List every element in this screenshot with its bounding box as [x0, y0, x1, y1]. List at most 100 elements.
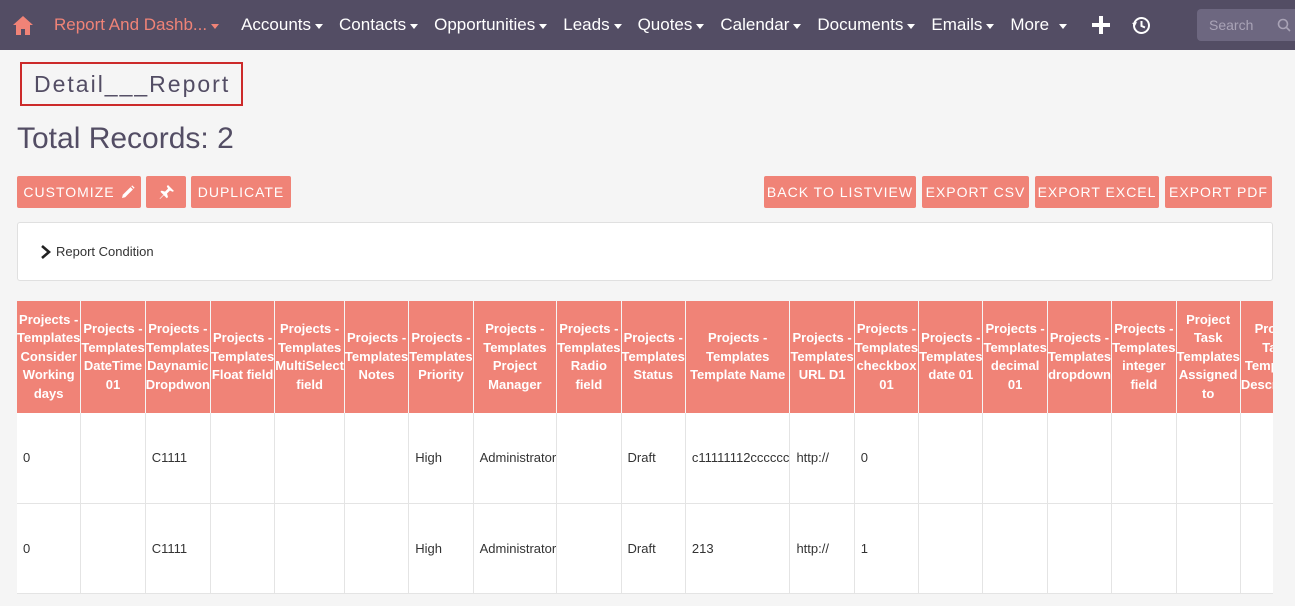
column-header[interactable]: Projects - Templates DateTime 01	[80, 301, 146, 413]
table-row: 0 C1111 High Administrator Draft c11111112ccc…	[17, 413, 1273, 504]
table-cell	[918, 413, 984, 504]
column-header-line: Projects -	[19, 311, 79, 327]
column-header[interactable]: Projects - Templates URL D1	[789, 301, 855, 413]
nav-quotes[interactable]: Quotes	[630, 0, 713, 50]
column-header-line: Templates	[790, 348, 854, 364]
nav-contacts-label: Contacts	[339, 15, 407, 34]
export-excel-button[interactable]: EXPORT EXCEL	[1035, 176, 1159, 208]
nav-accounts[interactable]: Accounts	[233, 0, 331, 50]
history-icon[interactable]	[1121, 0, 1161, 50]
table-cell	[556, 503, 622, 594]
column-header-line: Projects -	[856, 321, 917, 336]
column-header-line: field	[296, 376, 323, 392]
search-icon[interactable]	[1277, 18, 1291, 32]
customize-button[interactable]: CUSTOMIZE	[17, 176, 141, 208]
column-header[interactable]: Project Task Templates Description	[1240, 301, 1273, 413]
column-header[interactable]: Projects - Templates decimal 01	[982, 301, 1048, 413]
column-header-line: Project	[1254, 321, 1273, 336]
table-cell	[1176, 503, 1241, 594]
chevron-right-icon[interactable]	[40, 244, 52, 259]
table-cell	[1111, 413, 1177, 504]
nav-more[interactable]: More	[1002, 0, 1075, 50]
report-condition-panel[interactable]: Report Condition	[17, 222, 1273, 281]
column-header-line: Project	[1186, 311, 1231, 327]
column-header-line: integer	[1122, 358, 1166, 373]
back-to-listview-button[interactable]: BACK TO LISTVIEW	[764, 176, 916, 208]
column-header-line: Templates	[1244, 358, 1273, 373]
table-cell: 1	[854, 503, 920, 594]
column-header-line: Templates	[17, 330, 81, 346]
column-header[interactable]: Projects - Templates Float field	[210, 301, 276, 413]
nav-report-dashboard[interactable]: Report And Dashb...	[46, 0, 233, 50]
column-header[interactable]: Projects - Templates Notes	[344, 301, 410, 413]
column-header-line: Status	[633, 367, 674, 383]
pin-button[interactable]	[146, 176, 186, 208]
nav-opportunities-label: Opportunities	[434, 15, 536, 34]
column-header-line: Project	[492, 358, 537, 373]
search-box[interactable]	[1197, 9, 1295, 41]
chevron-down-icon	[907, 23, 916, 29]
column-header-line: Templates	[344, 348, 409, 364]
table-cell: Draft	[621, 413, 686, 504]
home-icon[interactable]	[0, 0, 46, 50]
table-cell: 0	[17, 413, 82, 504]
table-cell: 0	[854, 413, 920, 504]
column-header[interactable]: Projects - Templates Radio field	[556, 301, 622, 413]
column-header-line: MultiSelect	[275, 358, 344, 373]
column-header-line: Task	[1262, 339, 1273, 355]
column-header[interactable]: Projects - Templates Project Manager	[473, 301, 558, 413]
column-header[interactable]: Projects - Templates integer field	[1111, 301, 1177, 413]
column-header-line: Projects -	[1114, 321, 1174, 336]
column-header-line: field	[1130, 376, 1158, 392]
table-cell: Draft	[621, 503, 686, 594]
duplicate-button-label: DUPLICATE	[197, 184, 285, 200]
nav-leads[interactable]: Leads	[555, 0, 629, 50]
nav-emails[interactable]: Emails	[923, 0, 1002, 50]
column-header[interactable]: Projects - Templates dropdown	[1047, 301, 1113, 413]
column-header[interactable]: Projects - Templates checkbox 01	[854, 301, 920, 413]
table-cell	[210, 413, 276, 504]
nav-documents-label: Documents	[817, 15, 904, 34]
nav-leads-label: Leads	[563, 15, 610, 34]
column-header-line: field	[575, 376, 603, 392]
nav-opportunities[interactable]: Opportunities	[426, 0, 555, 50]
search-input[interactable]	[1197, 17, 1277, 33]
table-cell	[210, 503, 276, 594]
column-header[interactable]: Projects - Templates Daynamic Dropdwon	[145, 301, 211, 413]
plus-icon[interactable]	[1081, 0, 1121, 50]
nav-documents[interactable]: Documents	[809, 0, 923, 50]
column-header-line: Projects -	[485, 321, 545, 336]
export-csv-button[interactable]: EXPORT CSV	[922, 176, 1029, 208]
column-header[interactable]: Projects - Templates Consider Working days	[17, 301, 82, 413]
column-header[interactable]: Projects - Templates Template Name	[685, 301, 791, 413]
table-cell: http://	[789, 503, 855, 594]
chevron-down-icon	[1059, 23, 1068, 29]
nav-more-label: More	[1010, 15, 1050, 34]
column-header-line: Projects -	[411, 330, 471, 346]
column-header-line: Projects -	[1049, 330, 1110, 346]
chevron-down-icon	[315, 23, 324, 29]
chevron-down-icon	[539, 23, 548, 29]
column-header-line: Dropdwon	[145, 376, 210, 392]
column-header[interactable]: Projects - Templates Status	[621, 301, 686, 413]
chevron-down-icon	[696, 23, 705, 29]
nav-contacts[interactable]: Contacts	[331, 0, 426, 50]
nav-calendar[interactable]: Calendar	[712, 0, 809, 50]
column-header-line: DateTime	[83, 358, 143, 373]
column-header-line: Templates	[483, 339, 547, 355]
column-header-line: decimal	[990, 358, 1040, 373]
column-header[interactable]: Projects - Templates Priority	[408, 301, 474, 413]
export-pdf-button[interactable]: EXPORT PDF	[1165, 176, 1272, 208]
column-header[interactable]: Projects - Templates MultiSelect field	[274, 301, 345, 413]
column-header[interactable]: Projects - Templates date 01	[918, 301, 984, 413]
pencil-icon	[121, 184, 135, 198]
column-header-line: Templates	[277, 339, 342, 355]
column-header[interactable]: Project Task Templates Assigned to	[1176, 301, 1241, 413]
column-header-line: Templates	[557, 339, 621, 355]
column-header-line: Templates	[81, 339, 145, 355]
chevron-down-icon	[793, 23, 802, 29]
report-table: Projects - Templates Consider Working days Pr…	[17, 301, 1273, 594]
column-header-line: Projects -	[148, 321, 208, 336]
report-title: Detail___Report	[34, 70, 231, 97]
duplicate-button[interactable]: DUPLICATE	[191, 176, 291, 208]
